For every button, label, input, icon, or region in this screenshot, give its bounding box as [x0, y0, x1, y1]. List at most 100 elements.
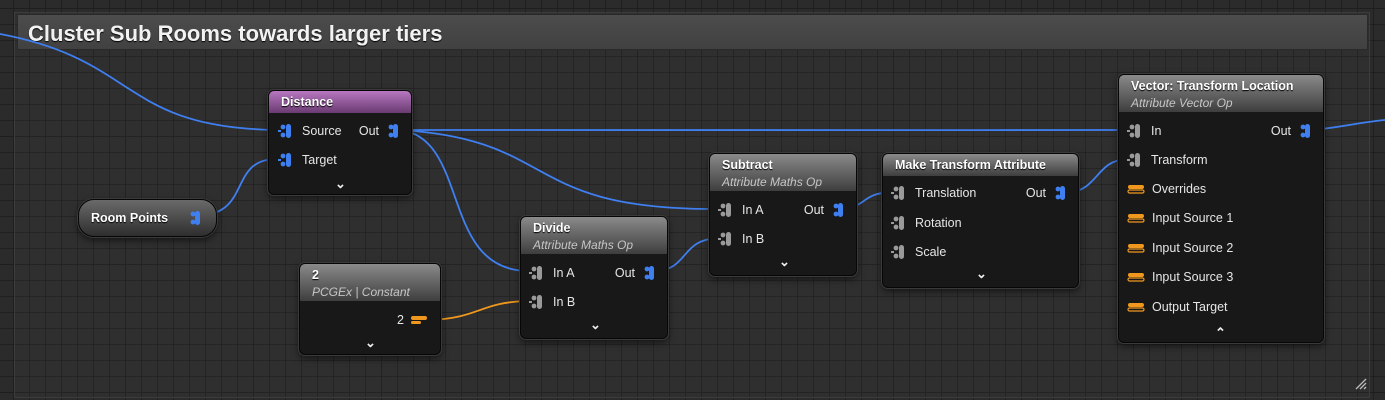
- subtract-in-a-pin[interactable]: In A: [717, 202, 764, 218]
- divide-node-header[interactable]: Divide Attribute Maths Op: [521, 217, 667, 254]
- vector-transform-output-target-label: Output Target: [1152, 300, 1228, 314]
- subtract-out-label: Out: [803, 203, 824, 217]
- vector-transform-node-title: Vector: Transform Location: [1131, 79, 1294, 93]
- param-pin-input-icon: [1127, 303, 1145, 312]
- any-pin-input-icon: [529, 295, 542, 309]
- subtract-node-subtitle: Attribute Maths Op: [722, 175, 823, 189]
- vector-transform-input-source-3-pin[interactable]: Input Source 3: [1127, 270, 1233, 284]
- expand-chevron-down-icon[interactable]: ⌄: [335, 176, 346, 192]
- make-transform-scale-pin[interactable]: Scale: [890, 244, 946, 260]
- subtract-node-title: Subtract: [722, 158, 773, 172]
- constant-value-label: 2: [397, 313, 404, 327]
- point-pin-input-icon: [278, 153, 291, 167]
- divide-in-b-pin[interactable]: In B: [528, 294, 575, 310]
- vector-transform-node[interactable]: Vector: Transform Location Attribute Vec…: [1118, 74, 1324, 343]
- subtract-in-a-label: In A: [742, 203, 764, 217]
- vector-transform-input-source-1-pin[interactable]: Input Source 1: [1127, 211, 1233, 225]
- subtract-node[interactable]: Subtract Attribute Maths Op In A Out In …: [709, 153, 857, 276]
- divide-in-a-label: In A: [553, 266, 575, 280]
- subtract-in-b-pin[interactable]: In B: [717, 231, 764, 247]
- distance-out-label: Out: [358, 124, 379, 138]
- vector-transform-output-target-pin[interactable]: Output Target: [1127, 300, 1228, 314]
- resize-grip-icon[interactable]: [1353, 376, 1367, 390]
- make-transform-translation-label: Translation: [915, 186, 977, 200]
- any-pin-input-icon: [891, 216, 904, 230]
- vector-transform-in-label: In: [1151, 124, 1162, 138]
- param-pin-input-icon: [1127, 214, 1145, 223]
- divide-in-a-pin[interactable]: In A: [528, 265, 575, 281]
- divide-node-title: Divide: [533, 221, 571, 235]
- vector-transform-input-source-2-label: Input Source 2: [1152, 241, 1234, 255]
- make-transform-translation-pin[interactable]: Translation: [890, 185, 976, 201]
- point-pin-output-icon: [833, 203, 843, 217]
- vector-transform-node-subtitle: Attribute Vector Op: [1131, 96, 1233, 110]
- make-transform-node-title: Make Transform Attribute: [895, 158, 1046, 172]
- constant-value-pin[interactable]: 2: [397, 313, 428, 327]
- any-pin-input-icon: [529, 266, 542, 280]
- vector-transform-node-header[interactable]: Vector: Transform Location Attribute Vec…: [1119, 75, 1323, 112]
- distance-target-label: Target: [302, 153, 337, 167]
- make-transform-rotation-label: Rotation: [915, 216, 962, 230]
- param-pin-input-icon: [1127, 185, 1145, 194]
- comment-box-header[interactable]: Cluster Sub Rooms towards larger tiers: [17, 14, 1368, 50]
- any-pin-input-icon: [1127, 153, 1140, 167]
- divide-in-b-label: In B: [553, 295, 576, 309]
- expand-chevron-down-icon[interactable]: ⌄: [976, 266, 987, 282]
- param-pin-input-icon: [1127, 273, 1145, 282]
- point-pin-output-icon[interactable]: [189, 210, 201, 226]
- vector-transform-out-pin[interactable]: Out: [1271, 123, 1311, 139]
- point-pin-output-icon: [388, 124, 398, 138]
- distance-target-pin[interactable]: Target: [277, 152, 337, 168]
- point-pin-input-icon: [278, 124, 291, 138]
- subtract-node-header[interactable]: Subtract Attribute Maths Op: [710, 154, 856, 191]
- divide-out-pin[interactable]: Out: [615, 265, 655, 281]
- constant-node-title: 2: [312, 268, 319, 282]
- make-transform-out-pin[interactable]: Out: [1026, 185, 1066, 201]
- vector-transform-out-label: Out: [1270, 124, 1291, 138]
- expand-chevron-down-icon[interactable]: ⌄: [779, 254, 790, 270]
- any-pin-input-icon: [1127, 124, 1140, 138]
- constant-node[interactable]: 2 PCGEx | Constant 2 ⌄: [299, 263, 441, 355]
- room-points-title: Room Points: [91, 211, 169, 225]
- vector-transform-input-source-2-pin[interactable]: Input Source 2: [1127, 241, 1233, 255]
- point-pin-output-icon: [644, 266, 654, 280]
- comment-title: Cluster Sub Rooms towards larger tiers: [28, 21, 443, 46]
- any-pin-input-icon: [718, 232, 731, 246]
- distance-node-header[interactable]: Distance: [269, 91, 411, 113]
- vector-transform-transform-label: Transform: [1151, 153, 1208, 167]
- param-pin-output-icon: [411, 316, 427, 324]
- distance-source-pin[interactable]: Source: [277, 123, 342, 139]
- any-pin-input-icon: [891, 245, 904, 259]
- divide-node[interactable]: Divide Attribute Maths Op In A Out In B …: [520, 216, 668, 339]
- point-pin-output-icon: [1055, 186, 1065, 200]
- expand-chevron-down-icon[interactable]: ⌄: [590, 317, 601, 333]
- constant-node-header[interactable]: 2 PCGEx | Constant: [300, 264, 440, 301]
- divide-node-subtitle: Attribute Maths Op: [533, 238, 634, 252]
- vector-transform-overrides-label: Overrides: [1152, 182, 1207, 196]
- make-transform-rotation-pin[interactable]: Rotation: [890, 215, 962, 231]
- room-points-node[interactable]: Room Points: [78, 199, 217, 237]
- vector-transform-transform-pin[interactable]: Transform: [1126, 152, 1208, 168]
- make-transform-node[interactable]: Make Transform Attribute Translation Out…: [882, 153, 1079, 288]
- make-transform-scale-label: Scale: [915, 245, 947, 259]
- subtract-out-pin[interactable]: Out: [804, 202, 844, 218]
- make-transform-out-label: Out: [1025, 186, 1046, 200]
- vector-transform-in-pin[interactable]: In: [1126, 123, 1161, 139]
- vector-transform-input-source-1-label: Input Source 1: [1152, 211, 1234, 225]
- param-pin-input-icon: [1127, 244, 1145, 253]
- point-pin-output-icon: [1300, 124, 1310, 138]
- distance-node[interactable]: Distance Source Out Target ⌄: [268, 90, 412, 195]
- divide-out-label: Out: [614, 266, 635, 280]
- make-transform-node-header[interactable]: Make Transform Attribute: [883, 154, 1078, 176]
- distance-source-label: Source: [302, 124, 342, 138]
- expand-chevron-down-icon[interactable]: ⌄: [365, 335, 376, 351]
- vector-transform-input-source-3-label: Input Source 3: [1152, 270, 1234, 284]
- distance-node-title: Distance: [281, 95, 334, 109]
- distance-out-pin[interactable]: Out: [359, 123, 399, 139]
- subtract-in-b-label: In B: [742, 232, 765, 246]
- vector-transform-overrides-pin[interactable]: Overrides: [1127, 182, 1206, 196]
- any-pin-input-icon: [718, 203, 731, 217]
- collapse-chevron-up-icon[interactable]: ⌃: [1215, 325, 1226, 341]
- any-pin-input-icon: [891, 186, 904, 200]
- constant-node-subtitle: PCGEx | Constant: [312, 285, 410, 299]
